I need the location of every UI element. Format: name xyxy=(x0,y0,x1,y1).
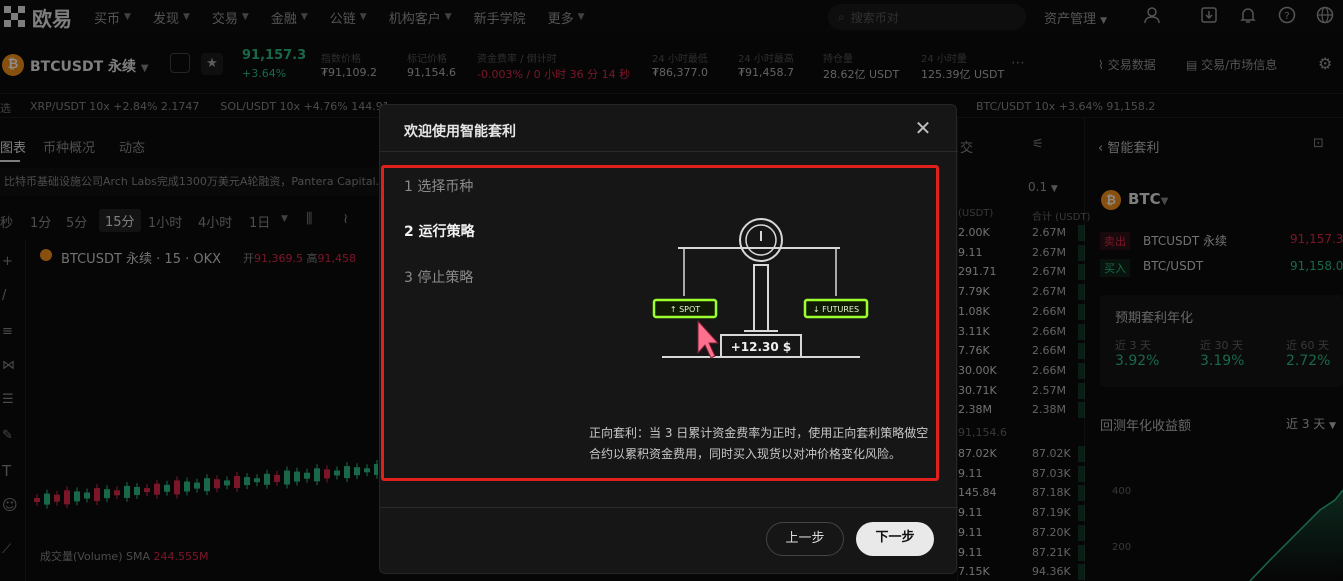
close-icon[interactable]: ✕ xyxy=(912,117,934,139)
modal-title: 欢迎使用智能套利 xyxy=(404,124,516,140)
modal-footer-divider xyxy=(380,507,958,508)
modal-divider xyxy=(380,151,958,152)
highlight-box xyxy=(381,165,939,481)
next-step-button[interactable]: 下一步 xyxy=(856,522,934,556)
previous-step-button[interactable]: 上一步 xyxy=(766,522,844,556)
